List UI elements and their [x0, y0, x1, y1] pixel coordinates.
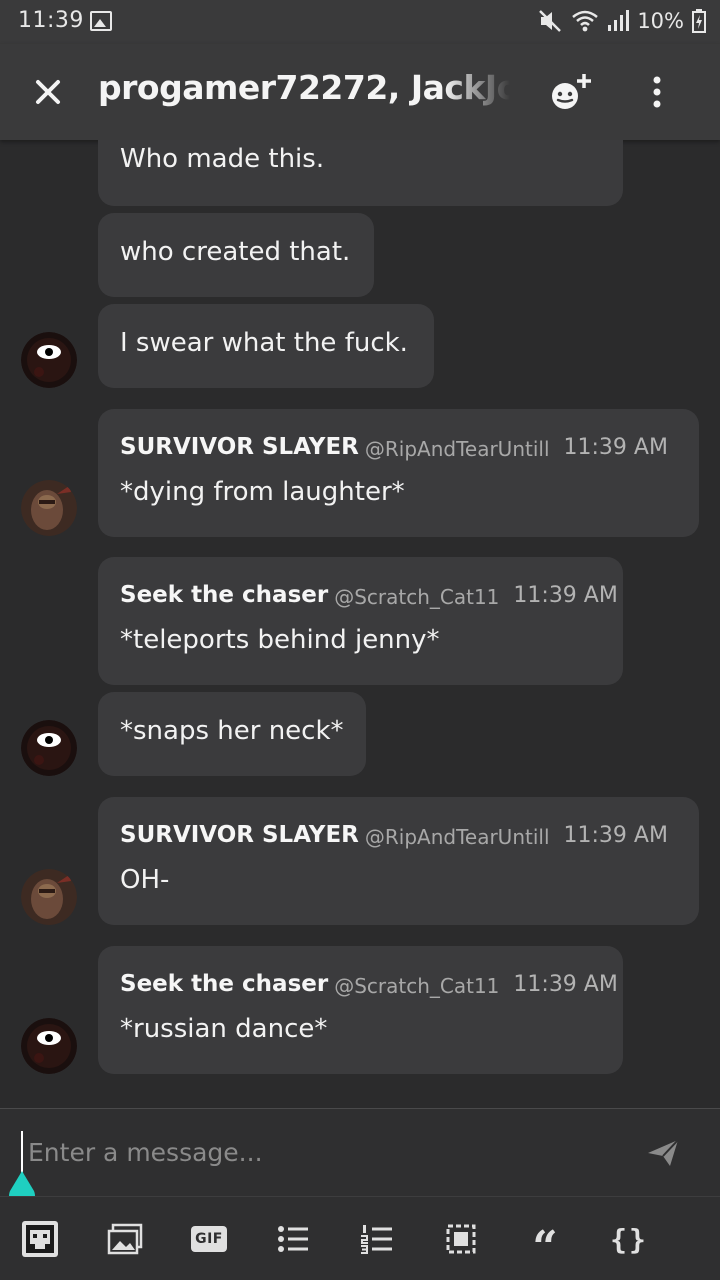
status-time: 11:39 [18, 8, 84, 33]
message-bubble[interactable]: who created that. [98, 213, 374, 297]
message-text: *snaps her neck* [120, 716, 344, 746]
message-input[interactable] [22, 1127, 622, 1177]
battery-percent: 10% [637, 9, 684, 33]
more-options-button[interactable] [640, 72, 674, 112]
avatar[interactable] [21, 869, 77, 925]
numbered-list-button[interactable] [357, 1219, 397, 1259]
author-handle: @Scratch_Cat11 [334, 585, 500, 609]
quote-icon: “ [532, 1222, 558, 1273]
message-meta: Seek the chaser @Scratch_Cat11 11:39 AM [120, 968, 618, 1000]
mute-icon [539, 10, 562, 32]
message-bubble[interactable]: Seek the chaser @Scratch_Cat11 11:39 AM *t… [98, 557, 623, 685]
message-text: OH- [120, 865, 170, 895]
formatting-toolbar: GIF “ {} [0, 1196, 720, 1280]
message-time: 11:39 AM [563, 435, 668, 460]
image-icon [107, 1223, 143, 1255]
avatar[interactable] [21, 480, 77, 536]
message-time: 11:39 AM [513, 583, 618, 608]
spoiler-button[interactable] [441, 1219, 481, 1259]
message-time: 11:39 AM [513, 972, 618, 997]
numbered-list-icon [361, 1225, 392, 1254]
message-text: *russian dance* [120, 1014, 328, 1044]
message-bubble[interactable]: *snaps her neck* [98, 692, 366, 776]
avatar-eye-icon [21, 332, 77, 388]
message-meta: SURVIVOR SLAYER @RipAndTearUntill 11:39 AM [120, 819, 668, 851]
close-icon [36, 80, 60, 104]
message-list[interactable]: Who made this. who created that. I swear… [0, 140, 720, 1108]
quote-button[interactable]: “ [525, 1219, 565, 1270]
author-name[interactable]: SURVIVOR SLAYER [120, 434, 359, 460]
status-bar: 11:39 10% [0, 0, 720, 44]
author-name[interactable]: SURVIVOR SLAYER [120, 822, 359, 848]
more-vert-icon [653, 76, 661, 108]
author-handle: @RipAndTearUntill [364, 825, 550, 849]
message-bubble[interactable]: SURVIVOR SLAYER @RipAndTearUntill 11:39 AM… [98, 797, 699, 925]
status-icons: 10% [537, 6, 706, 36]
message-composer [0, 1108, 720, 1209]
message-meta: Seek the chaser @Scratch_Cat11 11:39 AM [120, 579, 618, 611]
avatar-icon [22, 1221, 58, 1257]
message-text: *teleports behind jenny* [120, 625, 440, 655]
avatar-eye-icon [21, 1018, 77, 1074]
spoiler-icon [446, 1224, 476, 1254]
message-text: who created that. [120, 237, 351, 267]
code-button[interactable]: {} [609, 1219, 649, 1259]
close-button[interactable] [28, 72, 68, 112]
author-name[interactable]: Seek the chaser [120, 582, 328, 608]
message-time: 11:39 AM [563, 823, 668, 848]
signal-icon [608, 10, 630, 31]
avatar-slayer-icon [21, 869, 77, 925]
app-bar: progamer72272, JackJo [0, 44, 720, 140]
author-name[interactable]: Seek the chaser [120, 971, 328, 997]
author-handle: @Scratch_Cat11 [334, 974, 500, 998]
message-bubble[interactable]: SURVIVOR SLAYER @RipAndTearUntill 11:39 AM… [98, 409, 699, 537]
image-notification-icon [90, 11, 112, 31]
send-button[interactable] [646, 1137, 680, 1169]
message-text: Who made this. [120, 144, 325, 174]
battery-icon [692, 9, 706, 33]
image-button[interactable] [105, 1219, 145, 1259]
gif-button[interactable]: GIF [189, 1219, 229, 1259]
message-text: I swear what the fuck. [120, 328, 408, 358]
avatar-eye-icon [21, 720, 77, 776]
avatar-slayer-icon [21, 480, 77, 536]
message-bubble[interactable]: I swear what the fuck. [98, 304, 434, 388]
send-icon [648, 1139, 679, 1166]
code-icon: {} [610, 1222, 648, 1256]
chat-title[interactable]: progamer72272, JackJo [98, 68, 510, 116]
avatar-button[interactable] [20, 1219, 60, 1259]
add-member-icon [552, 74, 591, 109]
author-handle: @RipAndTearUntill [364, 437, 550, 461]
message-text: *dying from laughter* [120, 477, 405, 507]
wifi-icon [572, 10, 599, 32]
avatar[interactable] [21, 332, 77, 388]
avatar[interactable] [21, 720, 77, 776]
message-bubble[interactable]: Who made this. [98, 140, 623, 206]
gif-icon: GIF [191, 1226, 227, 1252]
avatar[interactable] [21, 1018, 77, 1074]
message-bubble[interactable]: Seek the chaser @Scratch_Cat11 11:39 AM *r… [98, 946, 623, 1074]
bullet-list-icon [278, 1226, 308, 1252]
bullet-list-button[interactable] [273, 1219, 313, 1259]
add-member-button[interactable] [546, 70, 596, 116]
message-meta: SURVIVOR SLAYER @RipAndTearUntill 11:39 AM [120, 431, 668, 463]
